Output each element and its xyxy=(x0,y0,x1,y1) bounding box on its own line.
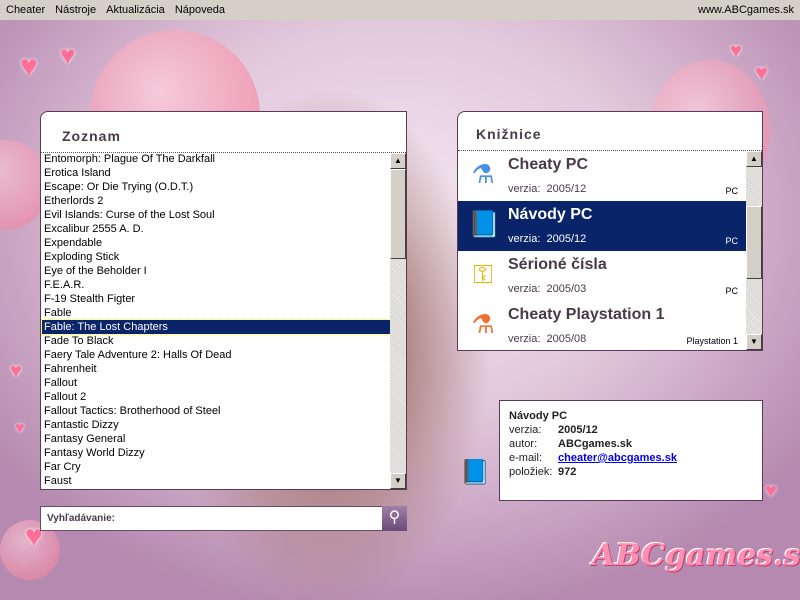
search-label: Vyhľadávanie: xyxy=(47,513,115,524)
info-label: autor: xyxy=(509,438,538,450)
library-platform: Playstation 1 xyxy=(686,336,738,346)
game-list-item[interactable]: Fantasy World Dizzy xyxy=(42,446,390,460)
info-count: 972 xyxy=(558,466,577,478)
library-version: verzia: 2005/12 xyxy=(508,183,587,195)
website-link[interactable]: www.ABCgames.sk xyxy=(698,4,794,16)
library-name: Cheaty PC xyxy=(508,156,589,173)
kniznice-title: Knižnice xyxy=(476,126,542,142)
menu-nastroje[interactable]: Nástroje xyxy=(55,4,96,16)
game-list-item[interactable]: Fallout 2 xyxy=(42,390,390,404)
search-field[interactable]: Vyhľadávanie: xyxy=(40,506,383,531)
library-version: verzia: 2005/03 xyxy=(508,283,587,295)
search-button[interactable]: ⚲ xyxy=(382,506,407,531)
info-panel: Návody PC verzia: 2005/12 autor: ABCgame… xyxy=(499,400,763,501)
library-platform: PC xyxy=(725,186,738,196)
menu-bar: Cheater Nástroje Aktualizácia Nápoveda w… xyxy=(0,0,800,20)
library-version: verzia: 2005/08 xyxy=(508,333,587,345)
game-list[interactable]: Entomorph: Plague Of The Darkfall Erotica… xyxy=(41,152,391,488)
game-list-item[interactable]: Fable: The Lost Chapters xyxy=(41,319,391,335)
magnifier-icon: ⚲ xyxy=(388,509,401,526)
game-list-item[interactable]: Fade To Black xyxy=(42,334,390,348)
library-platform: PC xyxy=(725,286,738,296)
zoznam-panel: Zoznam Entomorph: Plague Of The Darkfall… xyxy=(40,111,407,490)
info-title: Návody PC xyxy=(509,410,568,422)
email-link[interactable]: cheater@abcgames.sk xyxy=(558,452,677,464)
key-icon: ⚿ xyxy=(473,259,493,289)
flask-blue-icon: ⚗ xyxy=(471,159,495,189)
game-list-item[interactable]: Far Cry xyxy=(42,460,390,474)
library-scrollbar[interactable]: ▲ ▼ xyxy=(746,151,762,350)
game-list-item[interactable]: Fable xyxy=(42,306,390,320)
library-item-navody-pc[interactable]: 📘 Návody PC verzia: 2005/12 PC xyxy=(458,201,746,251)
flask-orange-icon: ⚗ xyxy=(471,309,495,339)
info-author: ABCgames.sk xyxy=(558,438,632,450)
game-list-item[interactable]: Fallout xyxy=(42,376,390,390)
game-list-item[interactable]: Expendable xyxy=(42,236,390,250)
library-list: ⚗ Cheaty PC verzia: 2005/12 PC 📘 Návody … xyxy=(458,151,746,351)
game-list-item[interactable]: Etherlords 2 xyxy=(42,194,390,208)
scroll-up-button[interactable]: ▲ xyxy=(746,151,762,167)
info-label: verzia: xyxy=(509,424,542,436)
menu-cheater[interactable]: Cheater xyxy=(6,4,45,16)
zoznam-title: Zoznam xyxy=(62,128,121,144)
game-list-item[interactable]: Exploding Stick xyxy=(42,250,390,264)
heart-icon: ♥ xyxy=(765,480,777,502)
info-label: e-mail: xyxy=(509,452,543,464)
game-list-item[interactable]: Fallout Tactics: Brotherhood of Steel xyxy=(42,404,390,418)
game-list-item[interactable]: Entomorph: Plague Of The Darkfall xyxy=(42,152,390,166)
menu-napoveda[interactable]: Nápoveda xyxy=(175,4,225,16)
library-item-cheaty-ps1[interactable]: ⚗ Cheaty Playstation 1 verzia: 2005/08 P… xyxy=(458,301,746,351)
library-item-seriove-cisla[interactable]: ⚿ Sérioné čísla verzia: 2005/03 PC xyxy=(458,251,746,301)
scroll-thumb[interactable] xyxy=(390,169,406,259)
game-list-item[interactable]: Evil Islands: Curse of the Lost Soul xyxy=(42,208,390,222)
library-item-cheaty-pc[interactable]: ⚗ Cheaty PC verzia: 2005/12 PC xyxy=(458,151,746,201)
abcgames-logo: ABCgames.sk xyxy=(592,538,800,573)
heart-icon: ♥ xyxy=(15,420,25,437)
game-list-item[interactable]: Fantastic Dizzy xyxy=(42,418,390,432)
library-name: Cheaty Playstation 1 xyxy=(508,306,665,323)
library-name: Sérioné čísla xyxy=(508,256,607,273)
game-list-item[interactable]: F.E.A.R. xyxy=(42,278,390,292)
game-list-item[interactable]: Excalibur 2555 A. D. xyxy=(42,222,390,236)
game-list-item[interactable]: Escape: Or Die Trying (O.D.T.) xyxy=(42,180,390,194)
game-list-item[interactable]: Fantasy General xyxy=(42,432,390,446)
heart-icon: ♥ xyxy=(755,60,769,85)
library-platform: PC xyxy=(725,236,738,246)
game-list-item[interactable]: Faust xyxy=(42,474,390,488)
game-list-item[interactable]: F-19 Stealth Figter xyxy=(42,292,390,306)
scroll-down-button[interactable]: ▼ xyxy=(390,473,406,489)
library-name: Návody PC xyxy=(508,206,593,223)
game-list-item[interactable]: Fahrenheit xyxy=(42,362,390,376)
menu-aktualizacia[interactable]: Aktualizácia xyxy=(106,4,165,16)
scroll-up-button[interactable]: ▲ xyxy=(390,153,406,169)
scroll-down-button[interactable]: ▼ xyxy=(746,334,762,350)
game-list-item[interactable]: Eye of the Beholder I xyxy=(42,264,390,278)
info-version: 2005/12 xyxy=(558,424,598,436)
library-version: verzia: 2005/12 xyxy=(508,233,587,245)
game-list-item[interactable]: Faery Tale Adventure 2: Halls Of Dead xyxy=(42,348,390,362)
book-icon: 📘 xyxy=(468,209,501,239)
heart-icon: ♥ xyxy=(20,50,38,83)
game-list-item[interactable]: Erotica Island xyxy=(42,166,390,180)
book-icon: 📘 xyxy=(460,459,490,486)
kniznice-panel: Knižnice ⚗ Cheaty PC verzia: 2005/12 PC … xyxy=(457,111,763,351)
heart-icon: ♥ xyxy=(60,40,76,70)
heart-icon: ♥ xyxy=(730,40,742,62)
heart-icon: ♥ xyxy=(10,360,22,382)
scroll-thumb[interactable] xyxy=(746,206,762,279)
info-label: položiek: xyxy=(509,466,553,478)
list-scrollbar[interactable]: ▲ ▼ xyxy=(390,153,406,489)
